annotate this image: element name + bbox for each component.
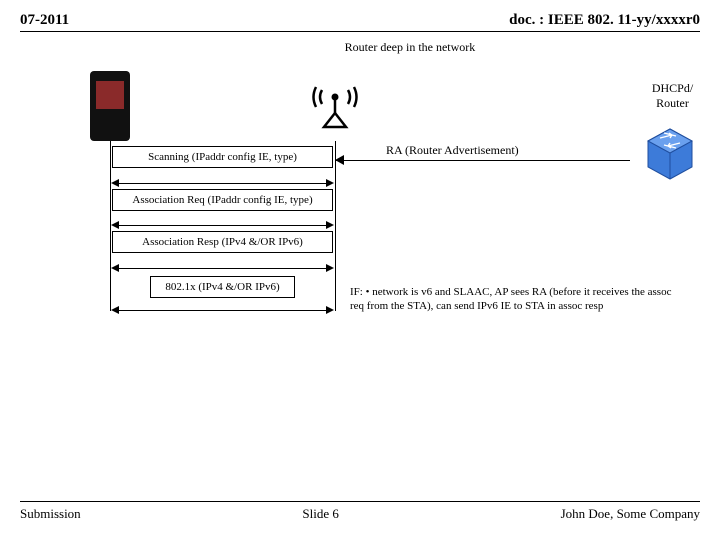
- msg-assoc-resp: Association Resp (IPv4 &/OR IPv6): [112, 231, 333, 253]
- footer-left: Submission: [20, 506, 81, 522]
- msg-8021x: 802.1x (IPv4 &/OR IPv6): [150, 276, 295, 298]
- smartphone-icon: MIKE KIRA: [90, 71, 130, 141]
- condition-note: IF: • network is v6 and SLAAC, AP sees R…: [350, 286, 680, 314]
- phone-screen-text: MIKE KIRA: [96, 85, 124, 90]
- header-date: 07-2011: [20, 12, 69, 29]
- msg-scanning: Scanning (IPaddr config IE, type): [112, 146, 333, 168]
- ra-label: RA (Router Advertisement): [386, 143, 519, 158]
- header-doc-id: doc. : IEEE 802. 11-yy/xxxxr0: [509, 12, 700, 29]
- header-rule: [20, 31, 700, 32]
- slide-title: Router deep in the network: [100, 40, 720, 55]
- lifeline-ap: [335, 141, 336, 311]
- msg-assoc-req: Association Req (IPaddr config IE, type): [112, 189, 333, 211]
- access-point-icon: [310, 69, 360, 133]
- footer-author: John Doe, Some Company: [561, 506, 700, 522]
- arrow-ra: RA (Router Advertisement): [336, 151, 630, 165]
- router-icon: [640, 121, 700, 181]
- slide-footer: Submission Slide 6 John Doe, Some Compan…: [20, 501, 700, 522]
- footer-slide-number: Slide 6: [302, 506, 338, 522]
- router-label: DHCPd/ Router: [645, 81, 700, 111]
- sequence-diagram: MIKE KIRA DHCPd/ Router RA: [20, 61, 700, 361]
